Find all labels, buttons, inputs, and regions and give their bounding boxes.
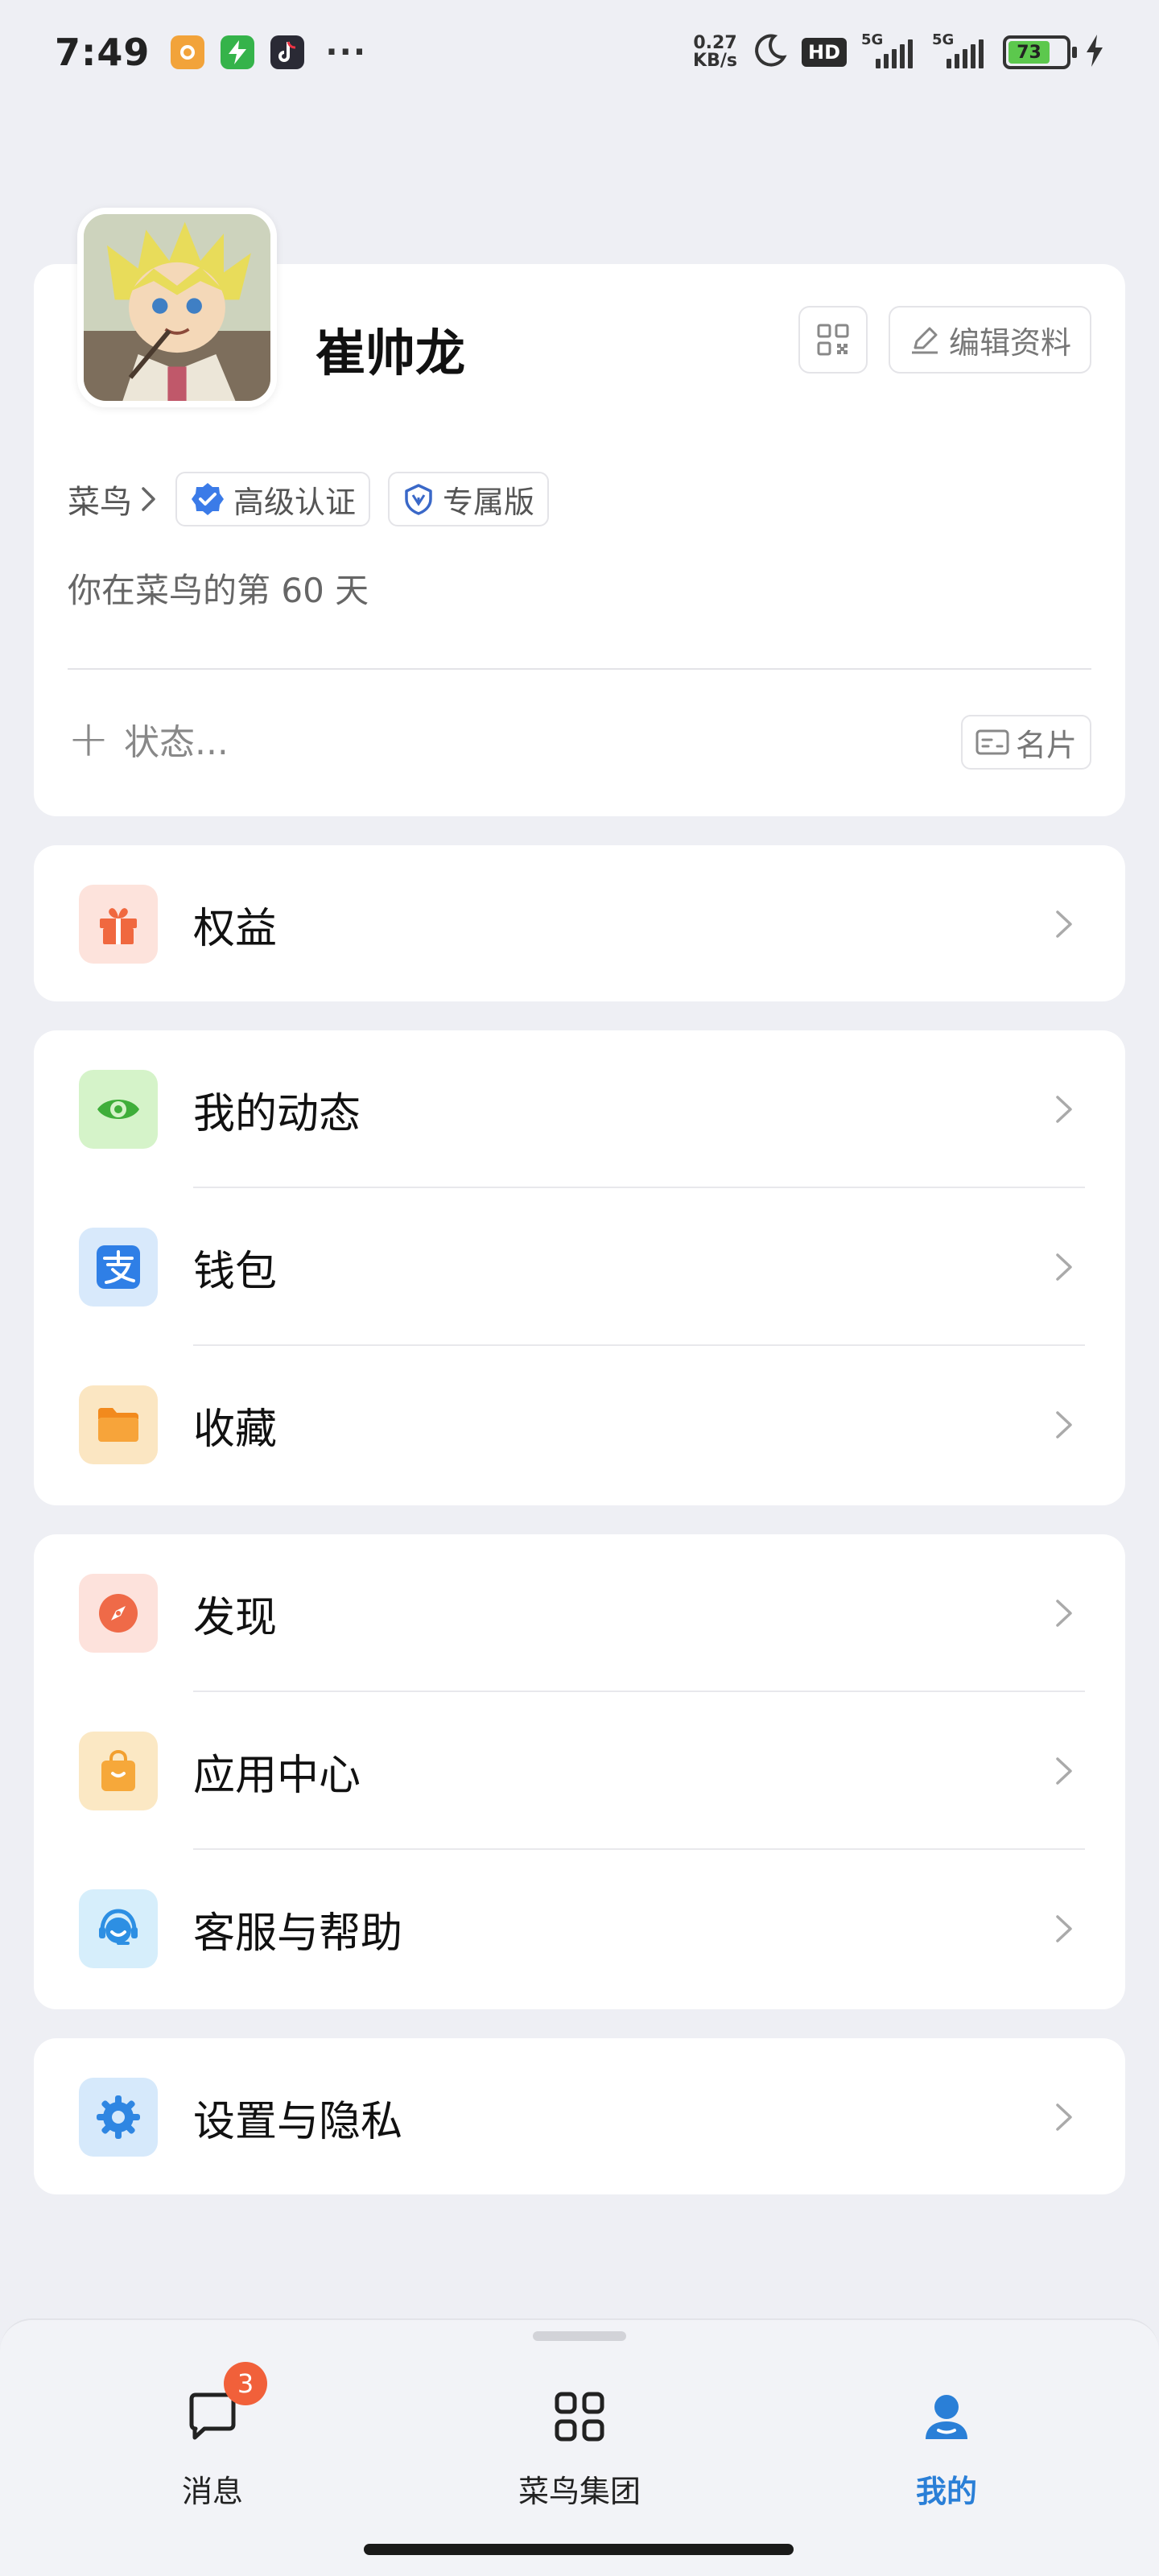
hd-voice-icon: HD [801,38,847,67]
charging-bolt-icon [1085,35,1104,70]
chevron-right-icon [1056,1096,1072,1123]
menu-item-settings[interactable]: 设置与隐私 [34,2038,1125,2196]
tab-me-label: 我的 [915,2474,977,2509]
menu-label-rights: 权益 [193,904,278,953]
menu-item-rights[interactable]: 权益 [34,845,1125,1003]
business-card-icon [975,729,1009,755]
business-card-button[interactable]: 名片 [961,715,1091,770]
home-indicator[interactable] [364,2544,794,2555]
set-status-button[interactable]: + 状态... [68,713,229,765]
chevron-right-icon [142,487,155,511]
edit-profile-label: 编辑资料 [948,324,1071,361]
verified-label: 高级认证 [233,484,357,520]
org-label: 菜鸟 [68,484,132,521]
menu-label-app-center: 应用中心 [193,1751,361,1800]
menu-group-personal: 我的动态 钱包 收藏 [34,1030,1125,1505]
bottom-navigation: 3 消息 菜鸟集团 我的 [0,2318,1159,2576]
verified-badge[interactable]: 高级认证 [175,472,371,526]
more-notifications-icon: ··· [325,34,368,71]
tab-messages-label: 消息 [181,2474,243,2509]
gear-icon [79,2078,158,2157]
notification-icons: ··· [171,34,367,71]
weibo-app-icon [171,35,205,69]
tiktok-app-icon [270,35,305,69]
menu-item-support[interactable]: 客服与帮助 [34,1850,1125,2008]
gift-icon [79,885,158,964]
chevron-right-icon [1056,1600,1072,1627]
signal-sim1-icon: 5G [861,31,918,68]
avatar-image [84,214,270,401]
drag-handle[interactable] [533,2331,626,2341]
verified-check-icon [192,483,224,515]
unread-badge: 3 [224,2362,267,2405]
chevron-right-icon [1056,1253,1072,1281]
tab-group[interactable]: 菜鸟集团 [459,2384,700,2511]
menu-label-support: 客服与帮助 [193,1909,403,1958]
edition-badge[interactable]: 专属版 [388,472,550,526]
pencil-icon [911,327,938,354]
battery-level: 73 [1008,41,1050,64]
chevron-right-icon [1056,910,1072,938]
profile-tags: 菜鸟 高级认证 专属版 [68,472,550,526]
clock: 7:49 [55,31,151,74]
menu-label-favorites: 收藏 [193,1405,278,1454]
shopping-bag-icon [79,1732,158,1810]
menu-item-wallet[interactable]: 钱包 [34,1188,1125,1346]
tab-me[interactable]: 我的 [826,2384,1067,2511]
business-card-label: 名片 [1015,727,1077,763]
status-placeholder: 状态... [123,722,229,763]
avatar[interactable] [77,208,277,407]
charging-app-icon [221,35,255,69]
menu-group-services: 发现 应用中心 客服与帮助 [34,1534,1125,2009]
menu-item-app-center[interactable]: 应用中心 [34,1692,1125,1850]
eye-icon [79,1070,158,1149]
qr-code-button[interactable] [798,306,868,374]
network-speed: 0.27 KB/s [693,33,737,71]
org-link[interactable]: 菜鸟 [68,476,158,522]
user-icon [914,2384,979,2449]
shield-icon [405,484,432,515]
tenure-days: 你在菜鸟的第 60 天 [68,571,369,610]
rights-card: 权益 [34,845,1125,1001]
chevron-right-icon [1056,1411,1072,1439]
menu-item-discover[interactable]: 发现 [34,1534,1125,1692]
menu-label-discover: 发现 [193,1593,278,1642]
grid-icon [547,2384,612,2449]
plus-icon: + [68,709,109,768]
moon-icon [752,33,787,72]
settings-card: 设置与隐私 [34,2038,1125,2194]
menu-label-moments: 我的动态 [193,1089,361,1138]
edit-profile-button[interactable]: 编辑资料 [889,306,1091,374]
chat-bubble-icon: 3 [180,2362,267,2449]
divider [68,668,1091,670]
headset-icon [79,1889,158,1968]
folder-icon [79,1385,158,1464]
edition-label: 专属版 [443,484,535,520]
username: 崔帅龙 [316,324,466,382]
menu-item-moments[interactable]: 我的动态 [34,1030,1125,1188]
status-bar: 7:49 ··· 0.27 KB/s HD 5G 5G 73 [0,0,1159,105]
chevron-right-icon [1056,1757,1072,1785]
chevron-right-icon [1056,1915,1072,1942]
menu-item-favorites[interactable]: 收藏 [34,1346,1125,1504]
alipay-icon [79,1228,158,1307]
menu-label-wallet: 钱包 [193,1247,278,1296]
chevron-right-icon [1056,2103,1072,2131]
battery-icon: 73 [1003,35,1077,69]
signal-sim2-icon: 5G [932,31,988,68]
compass-icon [79,1574,158,1653]
tab-group-label: 菜鸟集团 [518,2474,641,2509]
qr-code-icon [817,324,849,356]
tab-messages[interactable]: 3 消息 [92,2362,333,2511]
menu-label-settings: 设置与隐私 [193,2097,403,2146]
profile-card: 崔帅龙 编辑资料 菜鸟 高级认证 专属版 你在菜鸟的第 60 天 + 状态...… [34,208,1125,816]
